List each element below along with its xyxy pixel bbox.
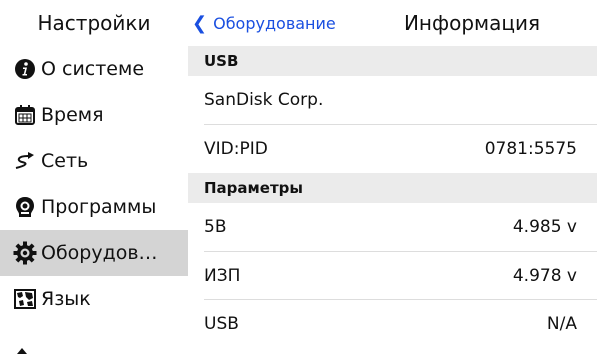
sidebar-item-label: Оборудов… <box>41 242 158 264</box>
sidebar-item-label: О системе <box>41 58 145 80</box>
back-button-label: Оборудование <box>213 13 336 33</box>
section-header-label: USB <box>204 52 239 70</box>
sidebar-item-label: Сеть <box>41 150 89 172</box>
sidebar-item-network[interactable]: Сеть <box>0 138 188 184</box>
vidpid-value: 0781:5575 <box>484 139 577 159</box>
param-label: ИЗП <box>204 266 241 286</box>
section-header-label: Параметры <box>204 179 303 197</box>
section-header-usb: USB <box>188 46 597 76</box>
param-label: 5В <box>204 217 227 237</box>
vendor-row: SanDisk Corp. <box>188 76 597 124</box>
detail-pane: USB SanDisk Corp. VID:PID 0781:5575 Пара… <box>188 46 597 345</box>
sidebar-item-about[interactable]: О системе <box>0 46 188 92</box>
gear-icon <box>13 241 37 265</box>
sidebar-item-programs[interactable]: Программы <box>0 184 188 230</box>
sidebar-title: Настройки <box>37 11 151 35</box>
param-value: N/A <box>546 314 577 334</box>
network-icon <box>13 149 37 173</box>
sidebar-item-label: Язык <box>41 288 91 310</box>
sidebar-item-time[interactable]: Время <box>0 92 188 138</box>
map-icon <box>13 287 37 311</box>
sidebar-item-label: Время <box>41 104 104 126</box>
back-button[interactable]: ❮ Оборудование <box>192 0 336 46</box>
sidebar-item-hardware[interactable]: Оборудов… <box>0 230 188 276</box>
param-value: 4.978 v <box>512 266 577 286</box>
vidpid-row: VID:PID 0781:5575 <box>188 125 597 173</box>
param-row-usb: USB N/A <box>188 300 597 348</box>
calendar-icon <box>13 103 37 127</box>
apps-icon <box>13 195 37 219</box>
vendor-name: SanDisk Corp. <box>204 90 324 110</box>
section-header-params: Параметры <box>188 173 597 203</box>
sidebar-item-language[interactable]: Язык <box>0 276 188 322</box>
param-value: 4.985 v <box>512 217 577 237</box>
param-row-5v: 5В 4.985 v <box>188 203 597 251</box>
sidebar-item-label: Программы <box>41 196 157 218</box>
chevron-left-icon: ❮ <box>192 12 208 34</box>
page-title: Информация <box>403 11 541 35</box>
top-bar: Настройки ❮ Оборудование Информация <box>0 0 597 46</box>
param-label: USB <box>204 314 239 334</box>
info-icon <box>13 57 37 81</box>
sidebar-next-item-icon <box>17 339 27 354</box>
sidebar: О системе Время Сеть Программы Оборудов…… <box>0 46 188 354</box>
vidpid-label: VID:PID <box>204 139 268 159</box>
param-row-izp: ИЗП 4.978 v <box>188 252 597 300</box>
